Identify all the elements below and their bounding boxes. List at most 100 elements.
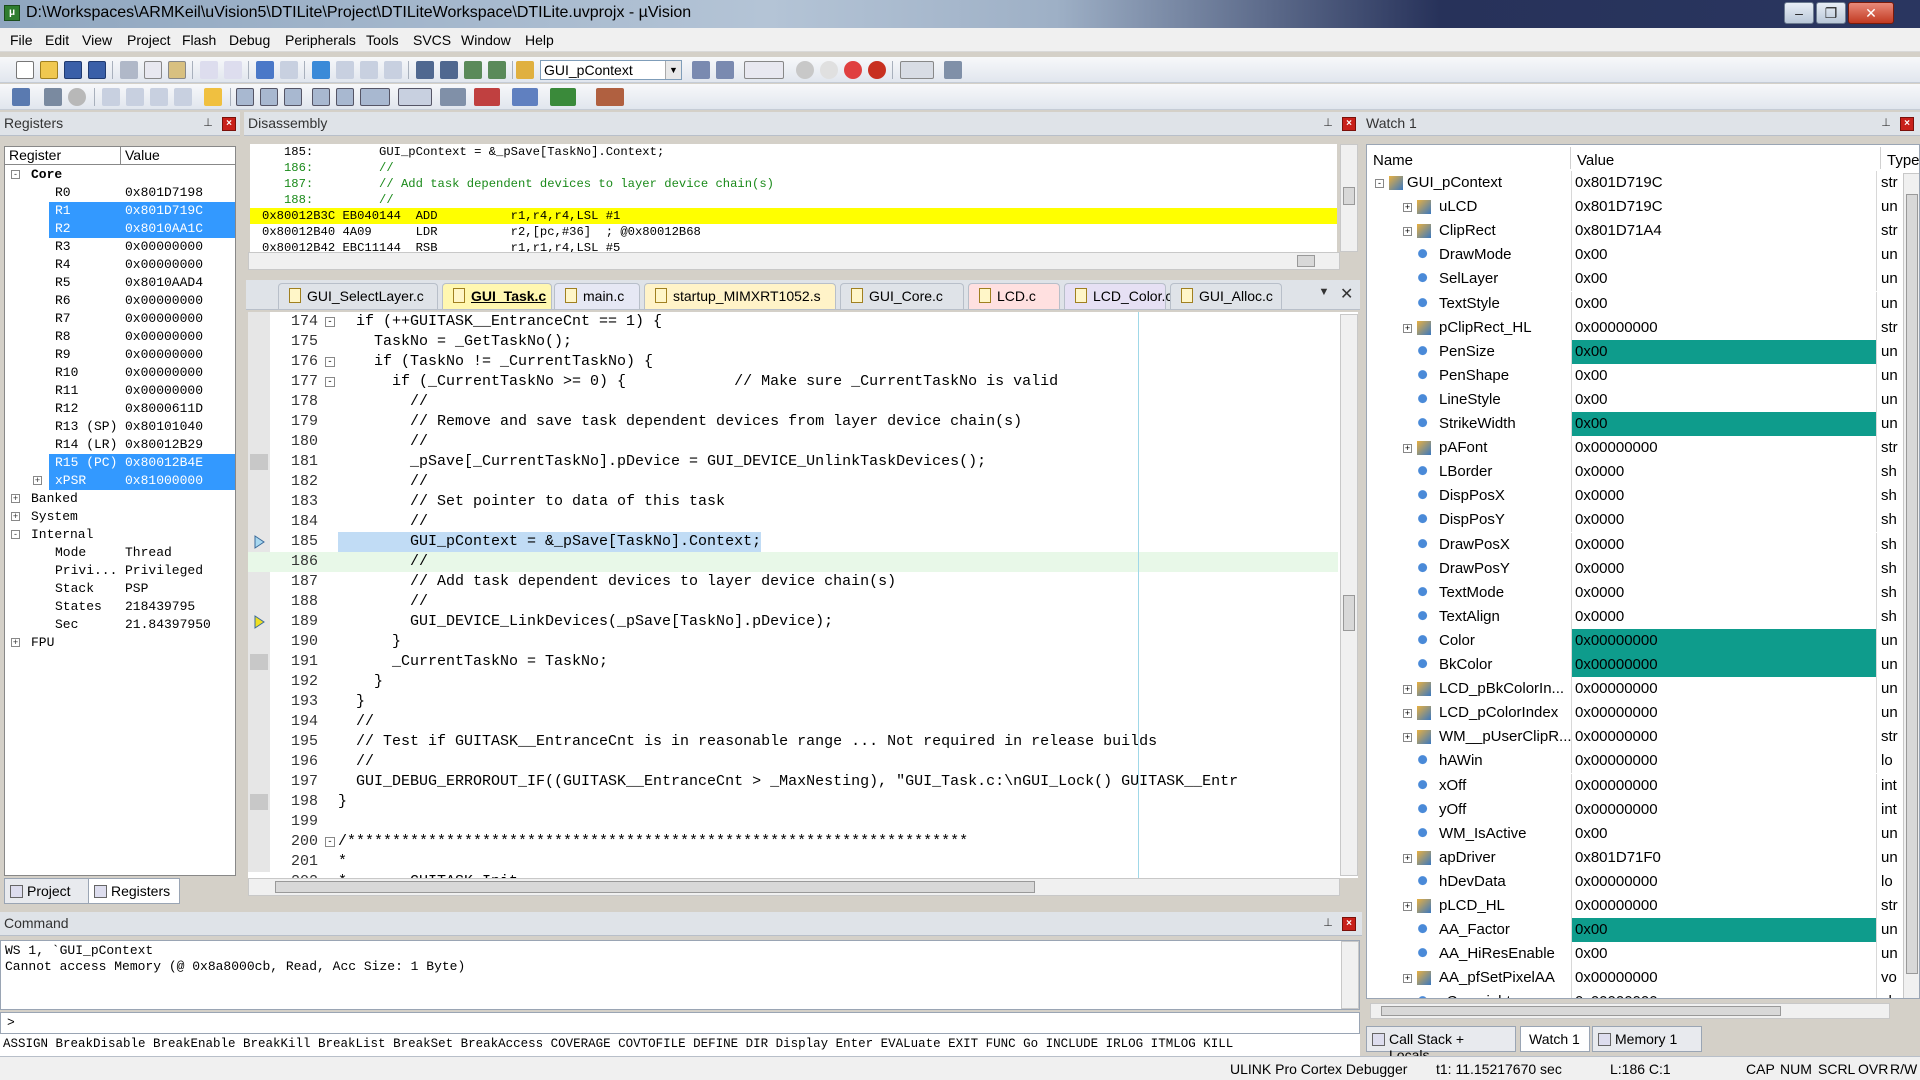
watch-value[interactable]: 0x00000000 bbox=[1571, 773, 1877, 798]
register-row[interactable]: + FPU bbox=[5, 634, 235, 652]
code-line[interactable]: 198} bbox=[248, 792, 1338, 812]
editor-tab[interactable]: main.c bbox=[554, 283, 640, 309]
watch-value[interactable]: 0x00 bbox=[1571, 942, 1877, 967]
menu-svcs[interactable]: SVCS bbox=[413, 32, 451, 48]
watch-row[interactable]: BkColor 0x00000000 un bbox=[1367, 653, 1898, 677]
expand-icon[interactable]: + bbox=[11, 494, 20, 503]
watch-value[interactable]: 0x0000 bbox=[1571, 508, 1877, 533]
indent-icon[interactable] bbox=[416, 61, 434, 79]
disassembly-source-line[interactable]: 187: // Add task dependent devices to la… bbox=[250, 176, 1337, 192]
watch-row[interactable]: PenShape 0x00 un bbox=[1367, 363, 1898, 388]
disassembly-instruction-line[interactable]: 0x80012B42 EBC11144 RSB r1,r1,r4,LSL #5 bbox=[250, 240, 1337, 252]
register-column-header[interactable]: Register bbox=[5, 147, 121, 165]
code-line[interactable]: 179 // Remove and save task dependent de… bbox=[248, 412, 1338, 432]
comment-icon[interactable] bbox=[464, 61, 482, 79]
code-line[interactable]: 180 // bbox=[248, 432, 1338, 452]
register-row[interactable]: R3 0x00000000 bbox=[5, 238, 235, 256]
disassembly-hscrollbar[interactable] bbox=[248, 252, 1340, 270]
navigate-forward-icon[interactable] bbox=[280, 61, 298, 79]
collapse-icon[interactable]: - bbox=[1375, 179, 1384, 188]
pin-icon[interactable]: ⊥ bbox=[1322, 116, 1334, 130]
disassembly-source-line[interactable]: 188: // bbox=[250, 192, 1337, 208]
watch-row[interactable]: PenSize 0x00 un bbox=[1367, 339, 1898, 364]
editor-tab[interactable]: GUI_Core.c bbox=[840, 283, 964, 309]
step-into-icon[interactable] bbox=[102, 88, 120, 106]
editor-tab[interactable]: LCD.c bbox=[968, 283, 1060, 309]
run-icon[interactable] bbox=[44, 88, 62, 106]
serial-windows-icon[interactable] bbox=[440, 88, 466, 106]
insert-breakpoint-icon[interactable] bbox=[796, 61, 814, 79]
register-row[interactable]: R10 0x00000000 bbox=[5, 364, 235, 382]
watch-value[interactable]: 0x00000000 bbox=[1571, 436, 1877, 461]
code-line[interactable]: 192 } bbox=[248, 672, 1338, 692]
watch-value[interactable]: 0x00 bbox=[1571, 412, 1877, 436]
register-row[interactable]: R9 0x00000000 bbox=[5, 346, 235, 364]
watch-row[interactable]: TextAlign 0x0000 sh bbox=[1367, 604, 1897, 629]
watch-value[interactable]: 0x801D719C bbox=[1571, 171, 1877, 195]
kill-breakpoints-icon[interactable] bbox=[868, 61, 886, 79]
watch-row[interactable]: DrawPosY 0x0000 sh bbox=[1367, 556, 1897, 581]
value-column-header[interactable]: Value bbox=[1571, 147, 1881, 169]
register-row[interactable]: R0 0x801D7198 bbox=[5, 184, 235, 202]
watch-value[interactable]: 0x00000000 bbox=[1571, 628, 1877, 653]
watch-windows-icon[interactable] bbox=[360, 88, 390, 106]
register-row[interactable]: R6 0x00000000 bbox=[5, 292, 235, 310]
command-window-icon[interactable] bbox=[236, 88, 254, 106]
code-line[interactable]: 187 // Add task dependent devices to lay… bbox=[248, 572, 1338, 592]
debug-session-icon[interactable] bbox=[744, 61, 784, 79]
minimize-button[interactable]: – bbox=[1784, 2, 1814, 24]
executable-line-marker[interactable] bbox=[250, 654, 268, 670]
pin-icon[interactable]: ⊥ bbox=[1322, 916, 1334, 930]
close-command-button[interactable]: × bbox=[1342, 917, 1356, 931]
project-tab[interactable]: Project bbox=[4, 878, 90, 904]
prev-bookmark-icon[interactable] bbox=[336, 61, 354, 79]
expand-icon[interactable]: + bbox=[1403, 203, 1412, 213]
disable-breakpoints-icon[interactable] bbox=[844, 61, 862, 79]
menu-debug[interactable]: Debug bbox=[229, 32, 270, 48]
watch-value[interactable]: 0x801D71A4 bbox=[1571, 219, 1877, 244]
watch-row[interactable]: AA_HiResEnable 0x00 un bbox=[1367, 942, 1898, 967]
register-row[interactable]: R4 0x00000000 bbox=[5, 256, 235, 274]
watch-value[interactable]: 0x00 bbox=[1571, 918, 1877, 943]
watch-row[interactable]: + LCD_pColorIndex 0x00000000 un bbox=[1367, 701, 1898, 726]
fold-toggle-icon[interactable]: - bbox=[325, 377, 335, 387]
uncomment-icon[interactable] bbox=[488, 61, 506, 79]
code-line[interactable]: 197 GUI_DEBUG_ERROROUT_IF((GUITASK__Entr… bbox=[248, 772, 1338, 792]
watch-value[interactable]: 0x00000000 bbox=[1571, 653, 1877, 677]
symbols-window-icon[interactable] bbox=[284, 88, 302, 106]
disassembly-source-line[interactable]: 185: GUI_pContext = &_pSave[TaskNo].Cont… bbox=[250, 144, 1337, 160]
register-row[interactable]: Sec 21.84397950 bbox=[5, 616, 235, 634]
watch-hscrollbar[interactable] bbox=[1370, 1003, 1890, 1019]
register-row[interactable]: - Core bbox=[5, 166, 235, 184]
close-window-button[interactable]: ✕ bbox=[1848, 2, 1894, 24]
code-line[interactable]: 196 // bbox=[248, 752, 1338, 772]
code-line[interactable]: 186 // bbox=[248, 552, 1338, 572]
watch-value[interactable]: 0x00000000 bbox=[1571, 315, 1877, 340]
watch-row[interactable]: yOff 0x00000000 int bbox=[1367, 797, 1897, 822]
copy-icon[interactable] bbox=[144, 61, 162, 79]
navigate-back-icon[interactable] bbox=[256, 61, 274, 79]
watch-row[interactable]: AA_Factor 0x00 un bbox=[1367, 918, 1898, 943]
watch-row[interactable]: LBorder 0x0000 sh bbox=[1367, 460, 1897, 485]
watch-bottom-tab[interactable]: Watch 1 bbox=[1520, 1026, 1590, 1052]
trace-windows-icon[interactable] bbox=[512, 88, 538, 106]
disassembly-instruction-line[interactable]: 0x80012B40 4A09 LDR r2,[pc,#36] ; @0x800… bbox=[250, 224, 1337, 240]
code-line[interactable]: 184 // bbox=[248, 512, 1338, 532]
expand-icon[interactable]: + bbox=[33, 476, 42, 485]
editor-hscrollbar[interactable] bbox=[248, 878, 1340, 896]
current-pc-arrow-icon[interactable] bbox=[250, 614, 268, 630]
register-row[interactable]: R7 0x00000000 bbox=[5, 310, 235, 328]
code-line[interactable]: 176- if (TaskNo != _CurrentTaskNo) { bbox=[248, 352, 1338, 372]
watch-row[interactable]: DrawMode 0x00 un bbox=[1367, 243, 1898, 268]
watch-row[interactable]: DrawPosX 0x0000 sh bbox=[1367, 532, 1897, 557]
watch-row[interactable]: + LCD_pBkColorIn... 0x00000000 un bbox=[1367, 677, 1898, 702]
watch-row[interactable]: + pAFont 0x00000000 str bbox=[1367, 436, 1898, 461]
collapse-icon[interactable]: - bbox=[11, 170, 20, 179]
registers-window-icon[interactable] bbox=[312, 88, 330, 106]
code-line[interactable]: 188 // bbox=[248, 592, 1338, 612]
watch-row[interactable]: WM_IsActive 0x00 un bbox=[1367, 821, 1898, 846]
watch-value[interactable]: 0x00000000 bbox=[1571, 869, 1877, 894]
watch-bottom-tab[interactable]: Memory 1 bbox=[1592, 1026, 1702, 1052]
disassembly-listing[interactable]: 185: GUI_pContext = &_pSave[TaskNo].Cont… bbox=[250, 144, 1337, 252]
memory-windows-icon[interactable] bbox=[398, 88, 432, 106]
